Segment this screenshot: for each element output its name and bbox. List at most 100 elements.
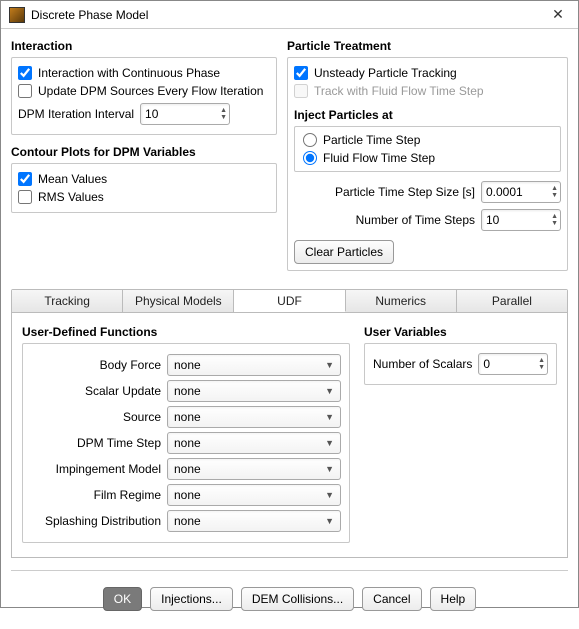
dropdown-impingement[interactable]: none ▼ — [167, 458, 341, 480]
particle-treatment-title: Particle Treatment — [287, 37, 568, 53]
cancel-button[interactable]: Cancel — [362, 587, 421, 611]
dropdown-body-force[interactable]: none ▼ — [167, 354, 341, 376]
checkbox-update-dpm-input[interactable] — [18, 84, 32, 98]
dropdown-scalar-update[interactable]: none ▼ — [167, 380, 341, 402]
dropdown-source[interactable]: none ▼ — [167, 406, 341, 428]
radio-fluid-flow-time-step-input[interactable] — [303, 151, 317, 165]
dropdown-source-value: none — [174, 410, 201, 424]
checkbox-unsteady-tracking-label: Unsteady Particle Tracking — [314, 66, 457, 80]
label-body-force: Body Force — [31, 358, 161, 372]
tab-numerics[interactable]: Numerics — [346, 290, 457, 312]
spinner-arrows-icon[interactable]: ▲▼ — [220, 107, 227, 121]
checkbox-continuous-phase-input[interactable] — [18, 66, 32, 80]
dialog-content: Interaction Interaction with Continuous … — [1, 29, 578, 629]
tab-tracking[interactable]: Tracking — [12, 290, 123, 312]
num-time-steps-spinner[interactable]: ▲▼ — [481, 209, 561, 231]
tab-panel-udf: User-Defined Functions Body Force none ▼… — [11, 313, 568, 558]
checkbox-track-fluid: Track with Fluid Flow Time Step — [294, 82, 561, 100]
chevron-down-icon: ▼ — [325, 490, 334, 500]
particle-step-size-input[interactable] — [486, 185, 549, 199]
tab-udf[interactable]: UDF — [234, 290, 345, 312]
label-dpm-time-step: DPM Time Step — [31, 436, 161, 450]
injections-button[interactable]: Injections... — [150, 587, 233, 611]
dropdown-dpm-time-step[interactable]: none ▼ — [167, 432, 341, 454]
tabs-row: Tracking Physical Models UDF Numerics Pa… — [11, 289, 568, 313]
radio-particle-time-step-input[interactable] — [303, 133, 317, 147]
num-scalars-input[interactable] — [483, 357, 536, 371]
dpm-iteration-interval-input[interactable] — [145, 107, 218, 121]
dropdown-scalar-update-value: none — [174, 384, 201, 398]
row-source: Source none ▼ — [31, 406, 341, 428]
interaction-title: Interaction — [11, 37, 277, 53]
dem-collisions-button[interactable]: DEM Collisions... — [241, 587, 354, 611]
row-film-regime: Film Regime none ▼ — [31, 484, 341, 506]
num-time-steps-label: Number of Time Steps — [294, 213, 475, 227]
ok-button[interactable]: OK — [103, 587, 142, 611]
app-icon — [9, 7, 25, 23]
checkbox-mean-values-input[interactable] — [18, 172, 32, 186]
close-icon[interactable]: ✕ — [546, 3, 570, 27]
title-bar: Discrete Phase Model ✕ — [1, 1, 578, 29]
checkbox-unsteady-tracking[interactable]: Unsteady Particle Tracking — [294, 64, 561, 82]
row-scalar-update: Scalar Update none ▼ — [31, 380, 341, 402]
checkbox-track-fluid-input — [294, 84, 308, 98]
user-variables-title: User Variables — [364, 323, 557, 339]
dpm-iteration-interval-row: DPM Iteration Interval ▲▼ — [18, 100, 270, 128]
particle-treatment-group: Particle Treatment Unsteady Particle Tra… — [287, 37, 568, 271]
chevron-down-icon: ▼ — [325, 386, 334, 396]
label-source: Source — [31, 410, 161, 424]
contour-title: Contour Plots for DPM Variables — [11, 143, 277, 159]
dropdown-film-regime[interactable]: none ▼ — [167, 484, 341, 506]
row-impingement: Impingement Model none ▼ — [31, 458, 341, 480]
dpm-iteration-interval-label: DPM Iteration Interval — [18, 107, 134, 121]
dropdown-dpm-time-step-value: none — [174, 436, 201, 450]
num-scalars-spinner[interactable]: ▲▼ — [478, 353, 548, 375]
spinner-arrows-icon[interactable]: ▲▼ — [538, 357, 545, 371]
radio-fluid-flow-time-step[interactable]: Fluid Flow Time Step — [303, 149, 552, 167]
dropdown-film-regime-value: none — [174, 488, 201, 502]
row-splashing: Splashing Distribution none ▼ — [31, 510, 341, 532]
spinner-arrows-icon[interactable]: ▲▼ — [551, 213, 558, 227]
tab-physical-models[interactable]: Physical Models — [123, 290, 234, 312]
num-time-steps-row: Number of Time Steps ▲▼ — [294, 206, 561, 234]
dropdown-body-force-value: none — [174, 358, 201, 372]
udf-title: User-Defined Functions — [22, 323, 350, 339]
dropdown-splashing[interactable]: none ▼ — [167, 510, 341, 532]
checkbox-rms-values-label: RMS Values — [38, 190, 104, 204]
checkbox-rms-values[interactable]: RMS Values — [18, 188, 270, 206]
checkbox-unsteady-tracking-input[interactable] — [294, 66, 308, 80]
dropdown-impingement-value: none — [174, 462, 201, 476]
radio-particle-time-step-label: Particle Time Step — [323, 133, 420, 147]
particle-step-size-label: Particle Time Step Size [s] — [294, 185, 475, 199]
spinner-arrows-icon[interactable]: ▲▼ — [551, 185, 558, 199]
label-film-regime: Film Regime — [31, 488, 161, 502]
tab-parallel[interactable]: Parallel — [457, 290, 567, 312]
chevron-down-icon: ▼ — [325, 516, 334, 526]
row-dpm-time-step: DPM Time Step none ▼ — [31, 432, 341, 454]
help-button[interactable]: Help — [430, 587, 477, 611]
checkbox-continuous-phase[interactable]: Interaction with Continuous Phase — [18, 64, 270, 82]
checkbox-continuous-phase-label: Interaction with Continuous Phase — [38, 66, 220, 80]
radio-fluid-flow-time-step-label: Fluid Flow Time Step — [323, 151, 435, 165]
dropdown-splashing-value: none — [174, 514, 201, 528]
dpm-iteration-interval-spinner[interactable]: ▲▼ — [140, 103, 230, 125]
label-scalar-update: Scalar Update — [31, 384, 161, 398]
checkbox-mean-values[interactable]: Mean Values — [18, 170, 270, 188]
num-scalars-label: Number of Scalars — [373, 357, 472, 371]
dialog-footer: OK Injections... DEM Collisions... Cance… — [11, 581, 568, 621]
particle-step-size-row: Particle Time Step Size [s] ▲▼ — [294, 178, 561, 206]
checkbox-update-dpm-label: Update DPM Sources Every Flow Iteration — [38, 84, 263, 98]
interaction-group: Interaction Interaction with Continuous … — [11, 37, 277, 135]
checkbox-mean-values-label: Mean Values — [38, 172, 107, 186]
chevron-down-icon: ▼ — [325, 464, 334, 474]
particle-step-size-spinner[interactable]: ▲▼ — [481, 181, 561, 203]
window-title: Discrete Phase Model — [31, 8, 546, 22]
checkbox-rms-values-input[interactable] — [18, 190, 32, 204]
label-splashing: Splashing Distribution — [31, 514, 161, 528]
checkbox-update-dpm[interactable]: Update DPM Sources Every Flow Iteration — [18, 82, 270, 100]
num-time-steps-input[interactable] — [486, 213, 549, 227]
radio-particle-time-step[interactable]: Particle Time Step — [303, 131, 552, 149]
chevron-down-icon: ▼ — [325, 412, 334, 422]
clear-particles-button[interactable]: Clear Particles — [294, 240, 394, 264]
chevron-down-icon: ▼ — [325, 360, 334, 370]
